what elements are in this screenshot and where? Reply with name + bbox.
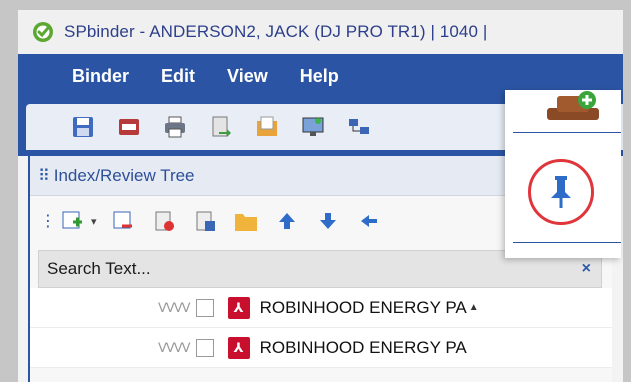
save-button[interactable] xyxy=(70,114,96,140)
drag-handle-icon[interactable]: ⠿ xyxy=(38,166,50,186)
pin-icon[interactable] xyxy=(547,174,575,210)
scroll-up-icon[interactable]: ▲ xyxy=(469,302,479,313)
review-mark-icon: ᐯᐯᐯᐯ xyxy=(158,299,191,315)
doc-properties-icon xyxy=(196,211,215,231)
arrow-right-icon xyxy=(360,215,377,227)
arrow-up-icon xyxy=(278,213,295,229)
print-button[interactable] xyxy=(162,114,188,140)
row-checkbox[interactable] xyxy=(195,298,214,317)
doc-delete-icon xyxy=(155,211,174,231)
pdf-icon: ⅄ xyxy=(227,296,250,319)
delete-doc-button[interactable] xyxy=(152,209,176,233)
network-icon xyxy=(349,119,369,134)
menu-help[interactable]: Help xyxy=(300,66,339,87)
popup-divider xyxy=(513,242,621,243)
import-button[interactable] xyxy=(254,114,280,140)
pdf-export-icon xyxy=(119,119,139,135)
folder-doc-icon xyxy=(257,116,277,136)
tree-row-label: ROBINHOOD ENERGY PA xyxy=(259,297,467,317)
menu-view[interactable]: View xyxy=(227,66,268,87)
move-down-button[interactable] xyxy=(316,209,340,233)
review-mark-icon: ᐯᐯᐯᐯ xyxy=(158,339,191,355)
move-up-button[interactable] xyxy=(275,209,299,233)
check-circle-icon xyxy=(33,22,53,42)
move-right-button[interactable] xyxy=(357,209,381,233)
row-checkbox[interactable] xyxy=(195,338,214,357)
chevron-down-icon[interactable]: ▾ xyxy=(91,215,97,228)
close-icon[interactable]: × xyxy=(582,260,591,278)
pin-highlight xyxy=(528,159,594,225)
hat-icon xyxy=(547,91,599,120)
tree-row[interactable]: ᐯᐯᐯᐯ ⅄ ROBINHOOD ENERGY PA ▲ xyxy=(30,288,612,328)
network-button[interactable] xyxy=(346,114,372,140)
scan-button[interactable] xyxy=(300,114,326,140)
menu-edit[interactable]: Edit xyxy=(161,66,195,87)
arrow-down-icon xyxy=(319,213,336,229)
panel-title: Index/Review Tree xyxy=(53,165,195,185)
document-arrow-icon xyxy=(212,116,231,137)
monitor-icon xyxy=(302,117,324,136)
save-icon xyxy=(73,117,93,137)
toolbar-grip-icon: ⋮ xyxy=(40,213,56,230)
printer-icon xyxy=(165,116,185,138)
add-item-icon xyxy=(62,211,82,229)
folder-icon xyxy=(234,214,257,231)
pdf-icon: ⅄ xyxy=(227,336,250,359)
tree-row-label: ROBINHOOD ENERGY PA xyxy=(259,337,467,357)
properties-button[interactable] xyxy=(193,209,217,233)
floating-pin-popup xyxy=(505,90,621,258)
tree-row[interactable]: ᐯᐯᐯᐯ ⅄ ROBINHOOD ENERGY PA xyxy=(30,328,612,368)
popup-divider xyxy=(513,132,621,133)
title-bar: SPbinder - ANDERSON2, JACK (DJ PRO TR1) … xyxy=(18,10,623,54)
remove-item-button[interactable] xyxy=(111,209,135,233)
document-send-button[interactable] xyxy=(208,114,234,140)
add-item-button[interactable] xyxy=(60,209,84,233)
folder-button[interactable] xyxy=(234,209,258,233)
app-window: SPbinder - ANDERSON2, JACK (DJ PRO TR1) … xyxy=(18,10,623,382)
menu-binder[interactable]: Binder xyxy=(72,66,129,87)
remove-item-icon xyxy=(113,211,132,229)
search-input[interactable]: Search Text... xyxy=(47,259,151,279)
window-title: SPbinder - ANDERSON2, JACK (DJ PRO TR1) … xyxy=(64,22,488,41)
pdf-export-button[interactable] xyxy=(116,114,142,140)
